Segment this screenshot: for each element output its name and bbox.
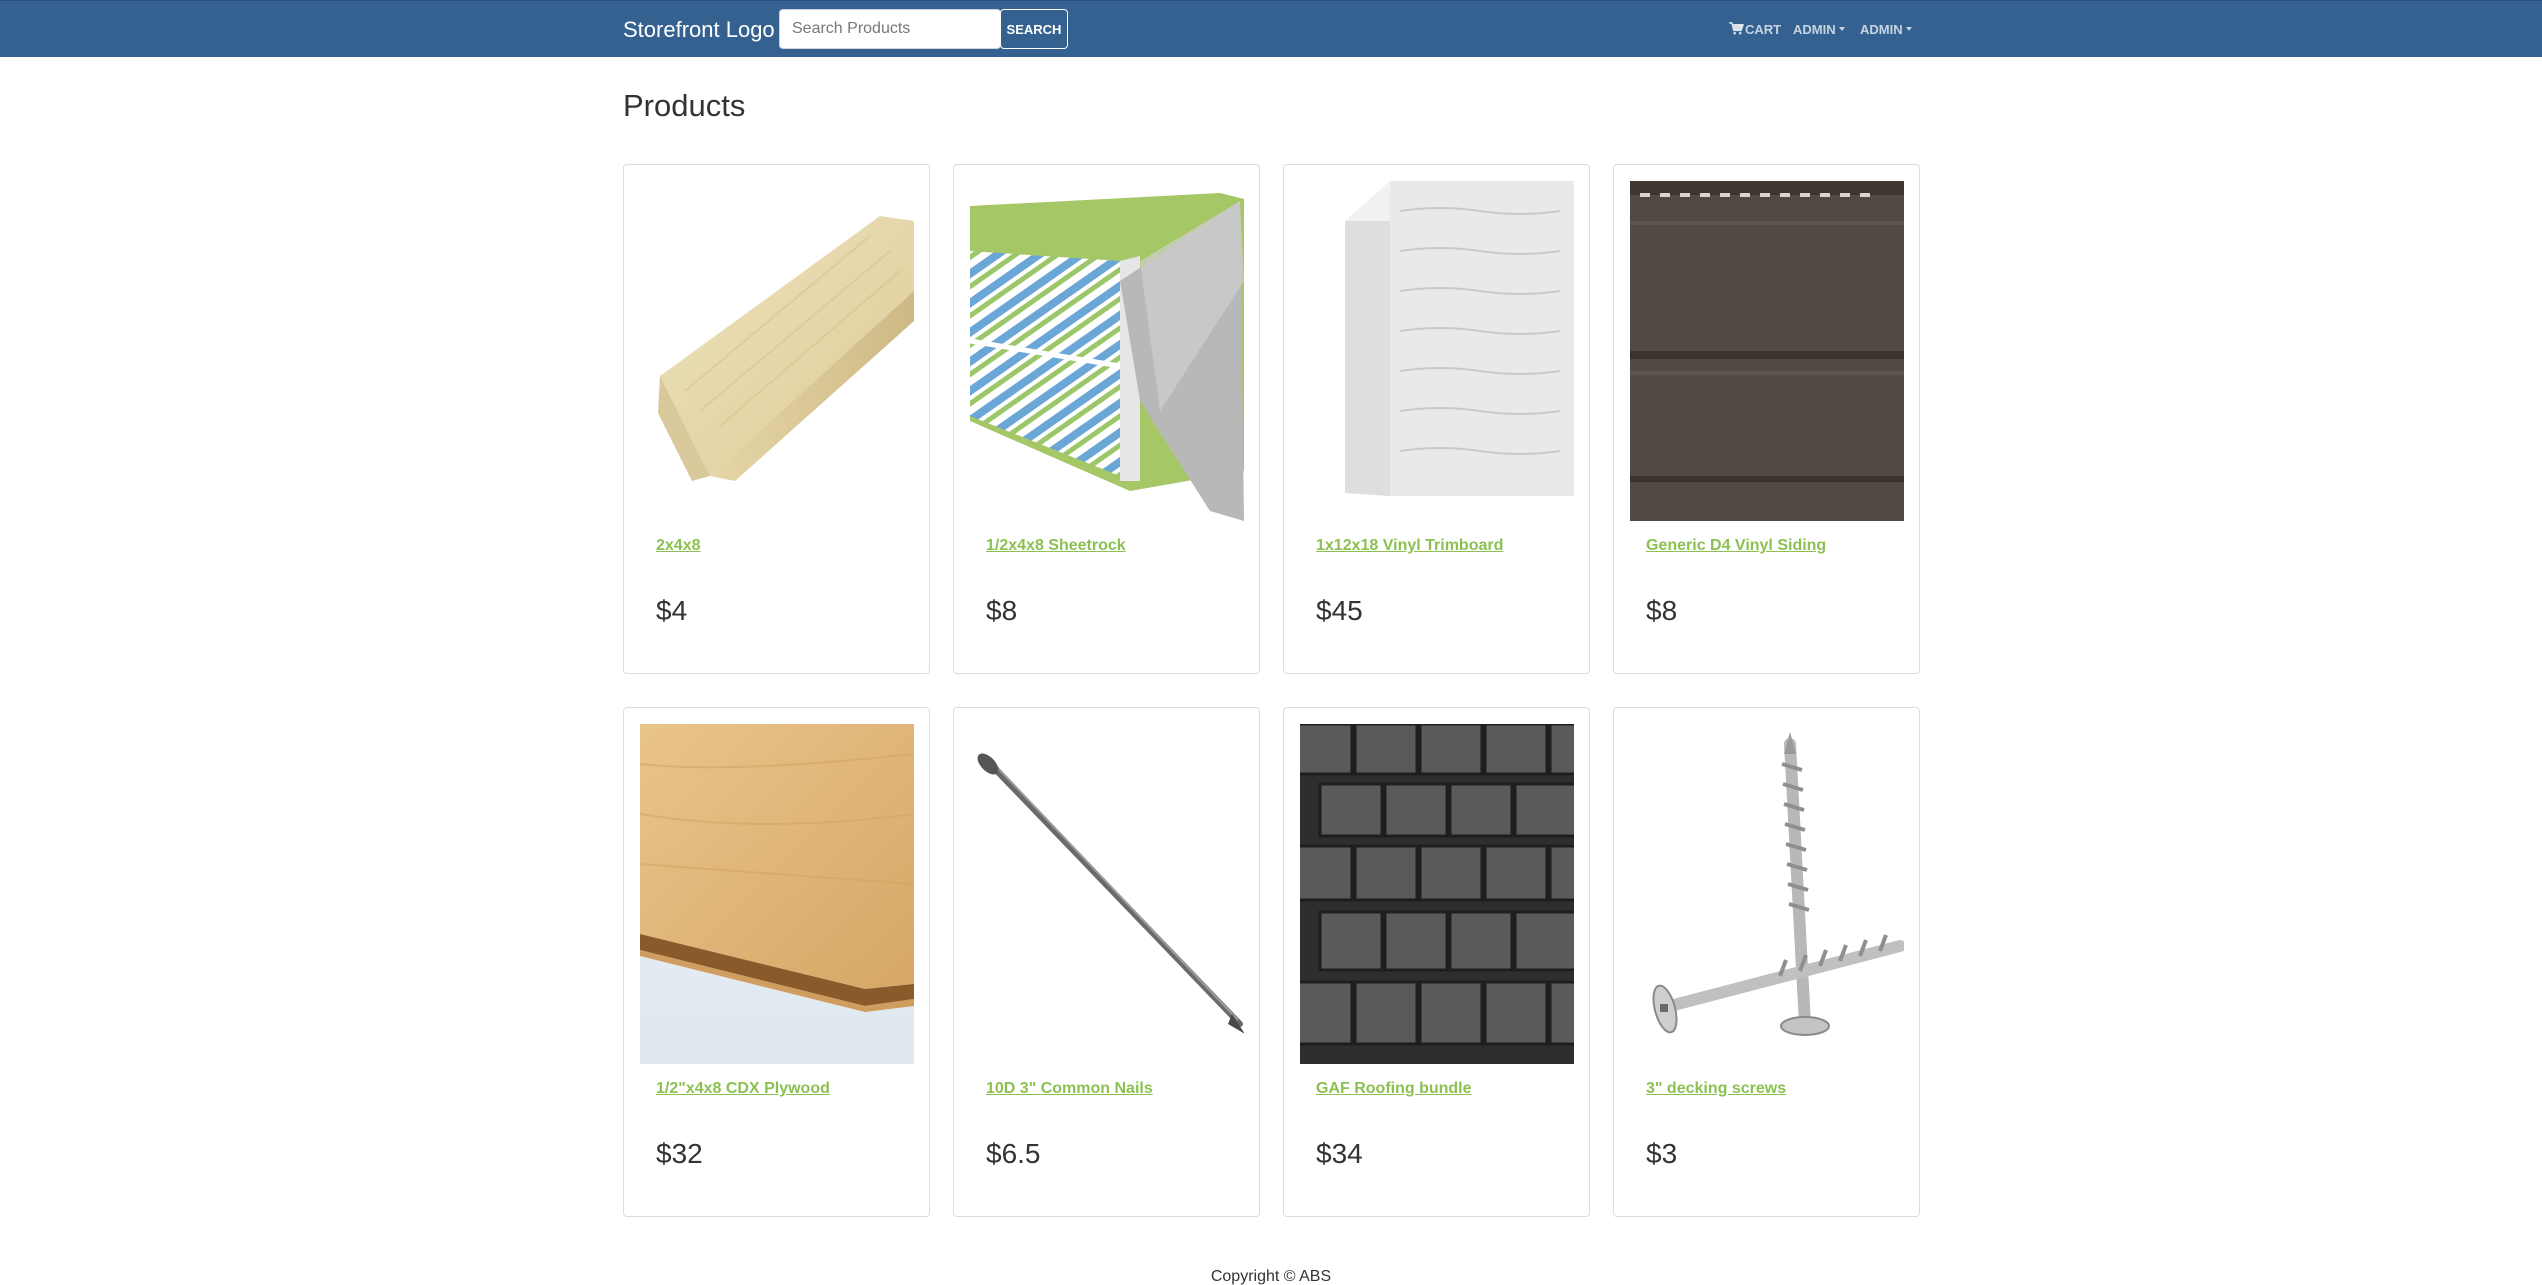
- product-link[interactable]: 1/2x4x8 Sheetrock: [986, 537, 1126, 555]
- plywood-image: [640, 724, 914, 1064]
- product-card: 1/2x4x8 Sheetrock $8: [953, 164, 1260, 674]
- caret-down-icon: [1905, 27, 1912, 31]
- shopping-cart-icon: [1729, 22, 1744, 35]
- product-link[interactable]: 1/2"x4x8 CDX Plywood: [656, 1080, 830, 1098]
- admin-dropdown-label: ADMIN: [1793, 22, 1836, 37]
- product-card: 3" decking screws $3: [1613, 707, 1920, 1217]
- search-button[interactable]: SEARCH: [1000, 9, 1068, 49]
- product-image[interactable]: [970, 181, 1244, 521]
- page-title: Products: [623, 88, 746, 123]
- product-link[interactable]: 3" decking screws: [1646, 1080, 1786, 1098]
- decking-screws-image: [1652, 732, 1904, 1036]
- product-image[interactable]: [970, 724, 1244, 1064]
- vinyl-siding-image: [1630, 181, 1904, 521]
- product-price: $3: [1646, 1138, 1678, 1169]
- product-link[interactable]: 1x12x18 Vinyl Trimboard: [1316, 537, 1503, 555]
- admin-dropdown-1[interactable]: ADMIN: [1793, 22, 1845, 38]
- product-link[interactable]: GAF Roofing bundle: [1316, 1080, 1472, 1098]
- product-price: $34: [1316, 1138, 1363, 1169]
- storefront-logo[interactable]: Storefront Logo: [623, 17, 775, 43]
- caret-down-icon: [1838, 27, 1845, 31]
- product-card: 2x4x8 $4: [623, 164, 930, 674]
- product-image[interactable]: [1300, 724, 1574, 1064]
- nail-image: [977, 753, 1244, 1034]
- sheetrock-image: [970, 193, 1244, 521]
- product-link[interactable]: 2x4x8: [656, 537, 701, 555]
- product-price: $8: [1646, 595, 1678, 626]
- search-input[interactable]: [779, 9, 1001, 49]
- product-price: $8: [986, 595, 1018, 626]
- top-navbar: Storefront Logo SEARCH CART ADMIN ADMIN: [0, 0, 2542, 57]
- cart-label: CART: [1745, 22, 1782, 37]
- admin-dropdown-2[interactable]: ADMIN: [1860, 22, 1912, 38]
- product-price: $32: [656, 1138, 703, 1169]
- product-card: GAF Roofing bundle $34: [1283, 707, 1590, 1217]
- product-link[interactable]: Generic D4 Vinyl Siding: [1646, 537, 1826, 555]
- cart-link[interactable]: CART: [1729, 22, 1781, 38]
- product-image[interactable]: [1630, 724, 1904, 1064]
- vinyl-trimboard-image: [1345, 181, 1574, 496]
- product-image[interactable]: [1300, 181, 1574, 521]
- product-card: 1x12x18 Vinyl Trimboard $45: [1283, 164, 1590, 674]
- footer-copyright: Copyright © ABS: [1210, 1268, 1332, 1285]
- product-card: 10D 3" Common Nails $6.5: [953, 707, 1260, 1217]
- product-price: $4: [656, 595, 688, 626]
- product-image[interactable]: [640, 181, 914, 521]
- product-price: $6.5: [986, 1138, 1041, 1169]
- lumber-2x4-image: [658, 216, 914, 481]
- product-card: 1/2"x4x8 CDX Plywood $32: [623, 707, 930, 1217]
- roofing-shingles-image: [1300, 724, 1574, 1064]
- product-card: Generic D4 Vinyl Siding $8: [1613, 164, 1920, 674]
- product-link[interactable]: 10D 3" Common Nails: [986, 1080, 1153, 1098]
- admin-dropdown-label: ADMIN: [1860, 22, 1903, 37]
- product-image[interactable]: [1630, 181, 1904, 521]
- product-image[interactable]: [640, 724, 914, 1064]
- product-price: $45: [1316, 595, 1363, 626]
